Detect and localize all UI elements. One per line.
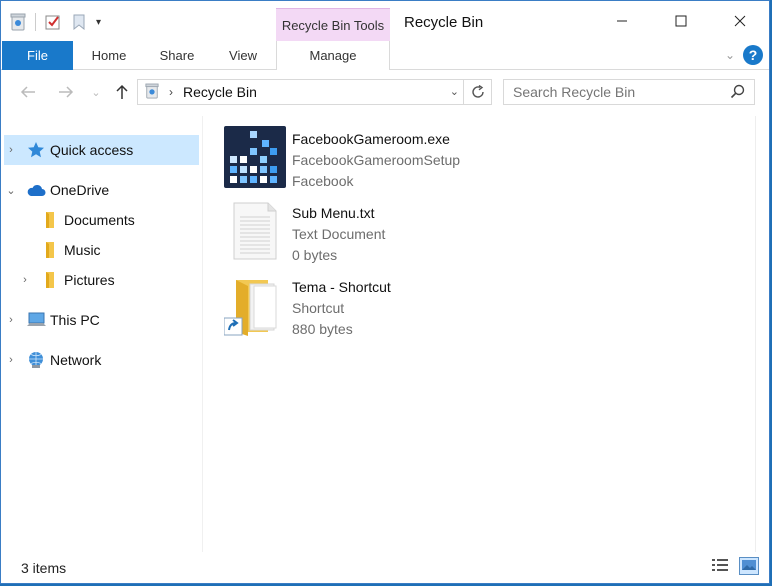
file-list: FacebookGameroom.exe FacebookGameroomSet… [204,116,771,552]
pane-divider[interactable] [202,116,203,552]
navigation-pane: › Quick access ⌄ OneDrive Documents Musi… [1,116,203,552]
file-details: FacebookGameroom.exe FacebookGameroomSet… [292,129,460,192]
folder-icon [40,240,60,260]
computer-icon [26,310,46,330]
vertical-scrollbar-track[interactable] [755,116,756,552]
nav-item-documents[interactable]: Documents [34,205,199,235]
file-description: FacebookGameroomSetup [292,152,461,168]
back-arrow-icon [20,86,35,98]
contextual-group-label: Recycle Bin Tools [281,18,385,33]
customize-toolbar-dropdown[interactable]: ▾ [96,17,101,28]
minimize-button[interactable] [592,1,651,41]
forward-arrow-icon [59,86,74,98]
close-icon [734,15,745,27]
nav-item-label: Quick access [50,142,134,158]
file-item-facebookgameroom[interactable]: FacebookGameroom.exe FacebookGameroomSet… [224,126,484,192]
nav-item-label: Network [50,352,102,368]
star-icon [26,140,46,160]
collapse-chevron-icon[interactable]: ⌄ [4,184,18,197]
refresh-button[interactable] [463,80,491,104]
properties-icon[interactable] [44,13,62,31]
breadcrumb-recycle-bin[interactable]: Recycle Bin [183,84,257,100]
expand-ribbon-chevron-icon[interactable]: ⌄ [725,48,735,62]
file-name: FacebookGameroom.exe [292,131,450,147]
window-title: Recycle Bin [404,14,484,31]
nav-item-label: This PC [50,312,100,328]
file-size: 0 bytes [292,247,338,263]
recycle-bin-icon[interactable] [9,13,27,31]
address-row: ⌄ › Recycle Bin ⌄ [1,71,769,113]
recent-locations-dropdown[interactable]: ⌄ [85,81,107,103]
maximize-button[interactable] [651,1,710,41]
quick-access-toolbar: ▾ [9,11,101,33]
folder-icon [40,210,60,230]
expand-chevron-icon[interactable]: › [4,314,18,326]
nav-item-label: OneDrive [50,182,110,198]
tab-manage[interactable]: Manage [276,41,390,70]
nav-item-onedrive[interactable]: ⌄ OneDrive [4,175,199,205]
tab-share[interactable]: Share [147,41,207,70]
large-icons-view-icon[interactable] [739,557,759,578]
maximize-icon [675,15,686,27]
view-toggle-group [711,557,759,578]
file-details: Tema - Shortcut Shortcut 880 bytes [292,277,391,340]
nav-item-pictures[interactable]: › Pictures [18,265,199,295]
file-details: Sub Menu.txt Text Document 0 bytes [292,203,385,266]
nav-item-music[interactable]: Music [34,235,199,265]
close-button[interactable] [710,1,769,41]
file-company: Facebook [292,173,354,189]
address-dropdown-icon[interactable]: ⌄ [450,85,459,98]
file-item-tema-shortcut[interactable]: Tema - Shortcut Shortcut 880 bytes [223,274,484,340]
toolbar-separator [35,13,36,31]
back-button[interactable] [17,81,39,103]
window-controls [592,1,769,41]
up-button[interactable] [111,81,133,103]
nav-item-label: Documents [64,212,135,228]
file-size: 880 bytes [292,321,353,337]
expand-chevron-icon[interactable]: › [4,144,18,156]
help-icon[interactable]: ? [743,45,763,65]
nav-item-label: Music [64,242,101,258]
nav-item-label: Pictures [64,272,115,288]
folder-shortcut-icon [223,274,286,336]
expand-chevron-icon[interactable]: › [4,354,18,366]
file-type: Shortcut [292,300,345,316]
up-arrow-icon [116,84,128,99]
status-bar: 3 items [1,553,769,583]
file-type: Text Document [292,226,386,242]
title-bar: ▾ Recycle Bin Tools Recycle Bin [1,1,769,41]
breadcrumb-chevron-icon[interactable]: › [169,85,173,99]
search-box[interactable] [503,79,755,105]
address-bar[interactable]: › Recycle Bin ⌄ [137,79,492,105]
file-name: Tema - Shortcut [292,279,391,295]
nav-item-network[interactable]: › Network [4,345,199,375]
nav-item-this-pc[interactable]: › This PC [4,305,199,335]
new-folder-icon[interactable] [70,13,88,31]
cloud-icon [26,180,46,200]
folder-icon [40,270,60,290]
tab-file[interactable]: File [2,41,73,70]
file-item-sub-menu[interactable]: Sub Menu.txt Text Document 0 bytes [224,200,484,266]
ribbon-tabs: File Home Share View Manage ⌄ ? [1,41,769,70]
search-icon[interactable] [730,84,746,103]
details-view-icon[interactable] [711,557,729,578]
recycle-bin-icon [145,83,159,102]
refresh-icon [471,85,484,98]
network-icon [26,350,46,370]
expand-chevron-icon[interactable]: › [18,274,32,286]
text-file-icon [224,200,286,262]
nav-item-quick-access[interactable]: › Quick access [4,135,199,165]
item-count: 3 items [21,560,67,576]
forward-button[interactable] [55,81,77,103]
explorer-window: ▾ Recycle Bin Tools Recycle Bin File Hom… [0,0,770,584]
tab-view[interactable]: View [216,41,270,70]
minimize-icon [616,20,627,22]
file-name: Sub Menu.txt [292,205,375,221]
search-input[interactable] [513,84,723,100]
tab-home[interactable]: Home [79,41,139,70]
ribbon-right-controls: ⌄ ? [725,45,763,65]
contextual-tab-group: Recycle Bin Tools [276,8,390,41]
app-icon [224,126,286,188]
